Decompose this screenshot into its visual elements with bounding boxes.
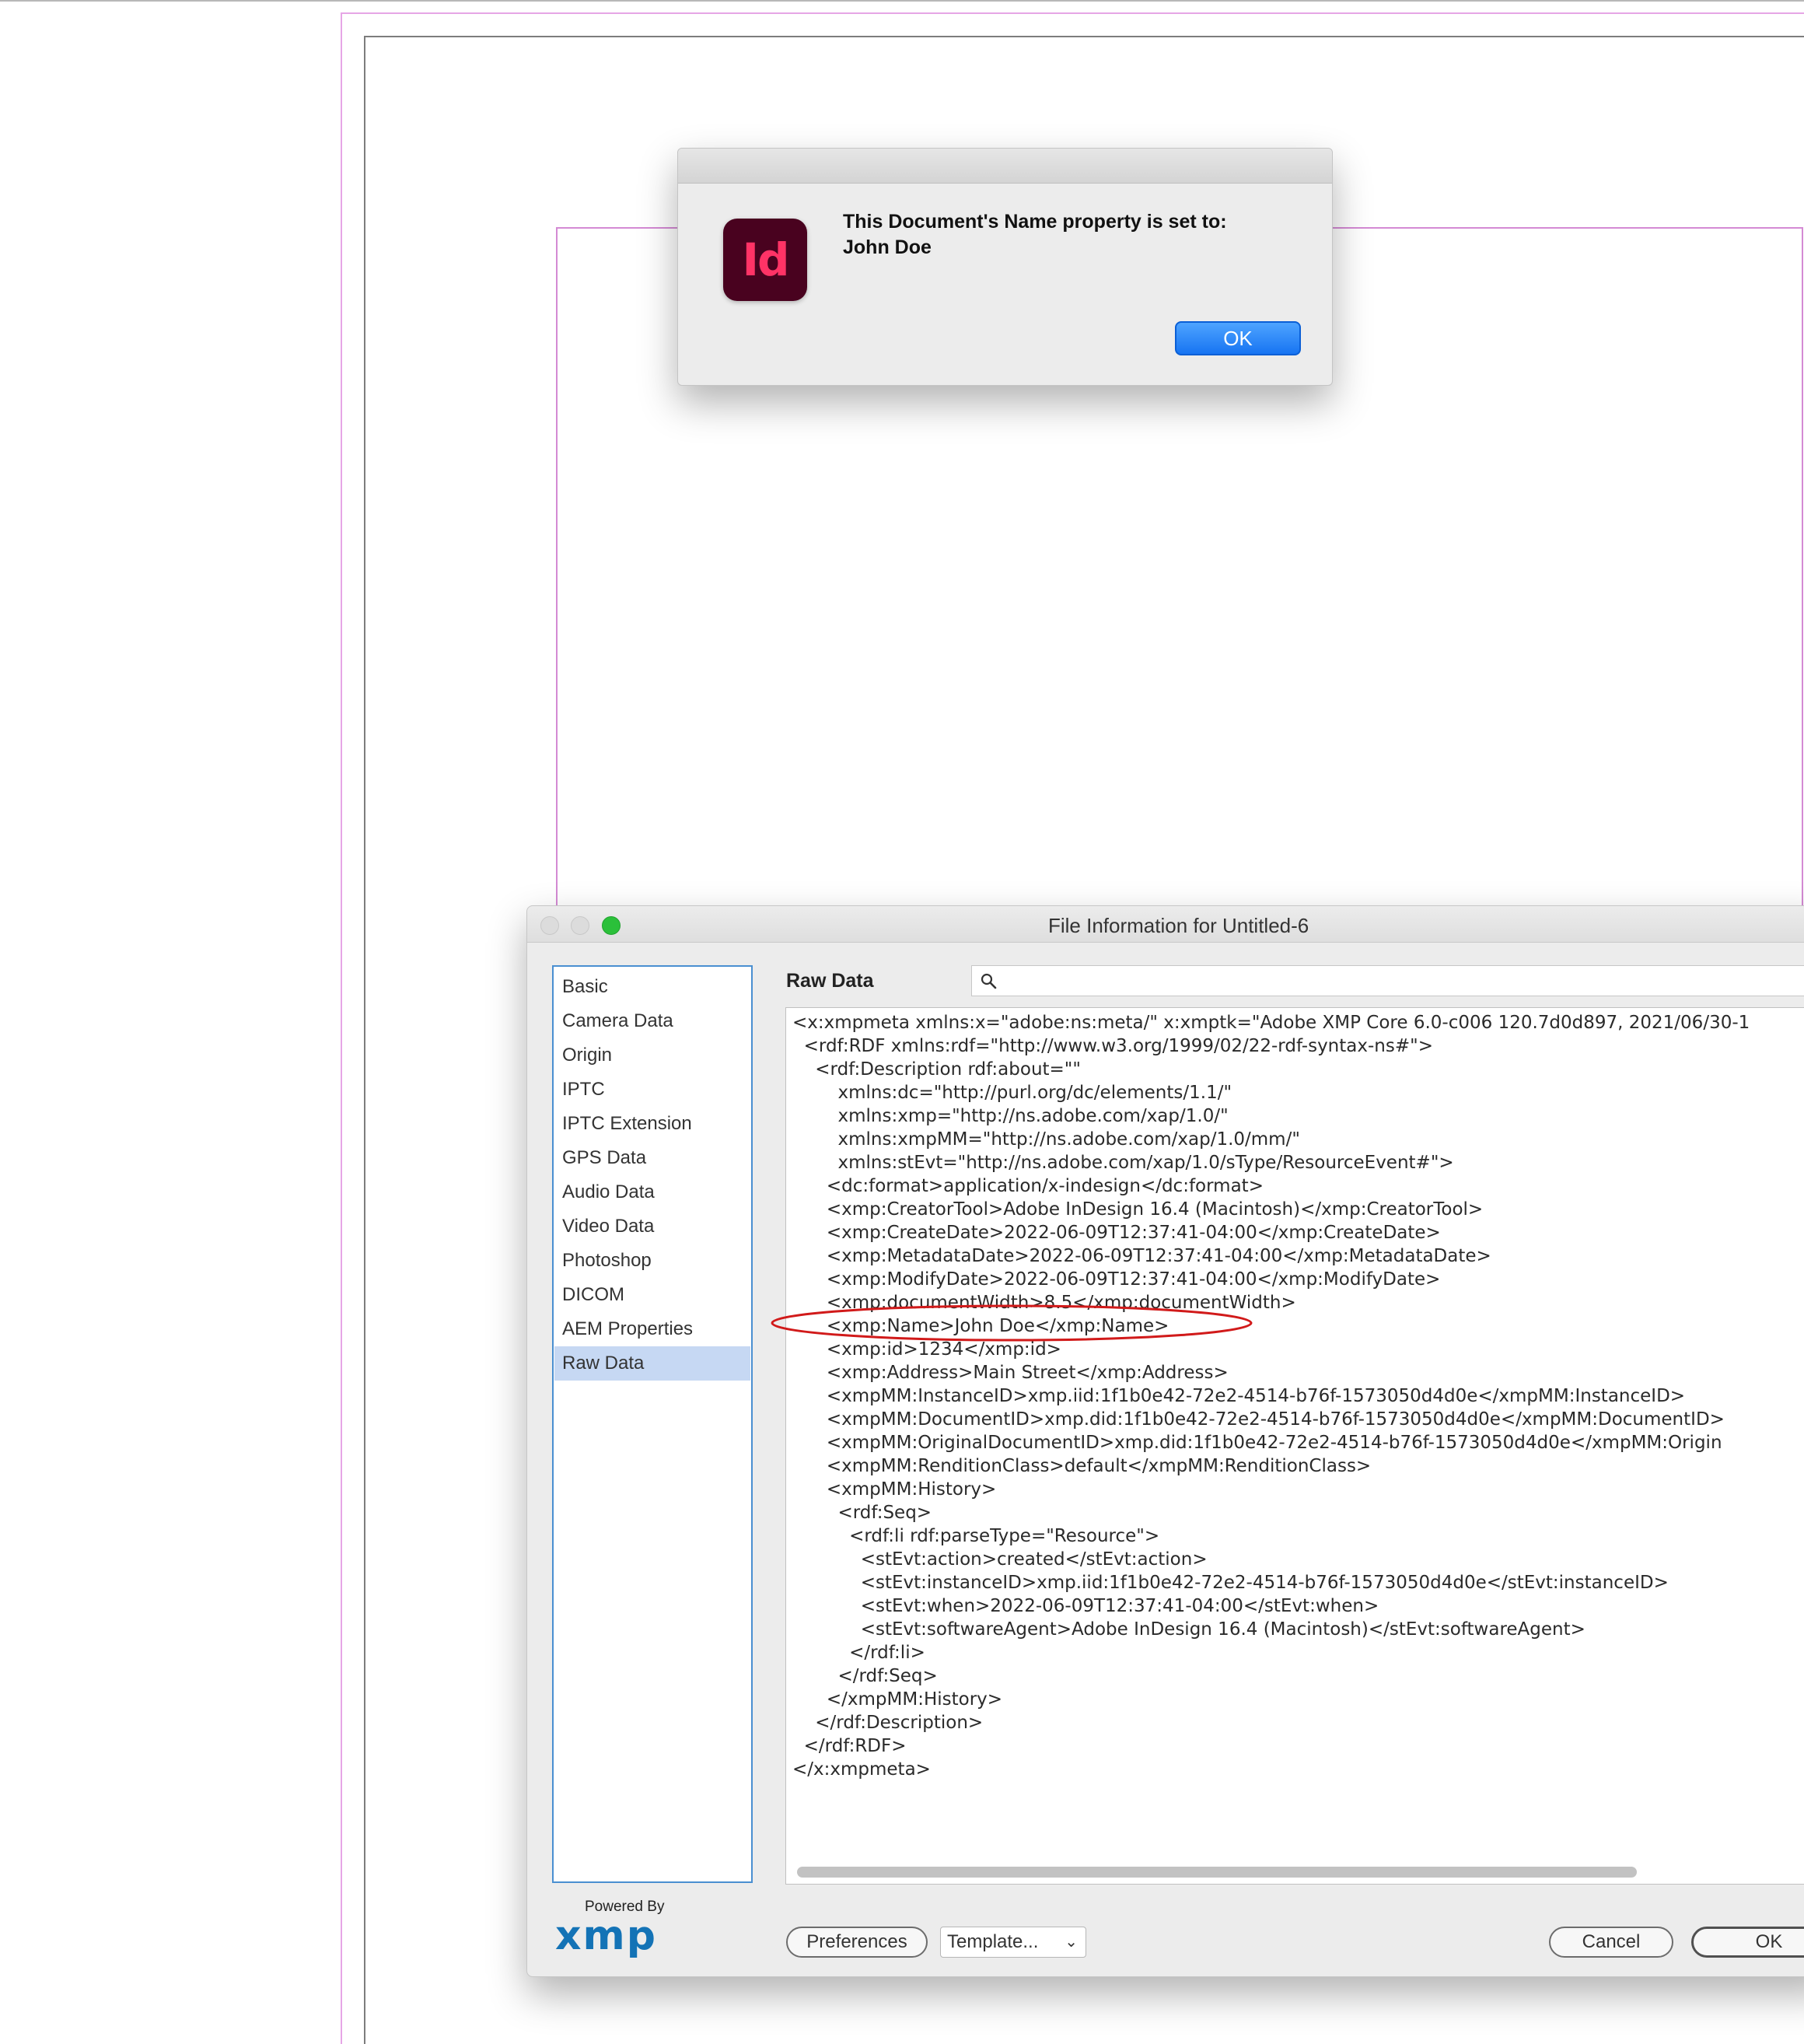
raw-data-line: <stEvt:when>2022-06-09T12:37:41-04:00</s… (792, 1596, 1379, 1616)
category-list: Basic Camera Data Origin IPTC IPTC Extension… (554, 967, 751, 1381)
raw-data-line: <x:xmpmeta xmlns:x="adobe:ns:meta/" x:xm… (792, 1013, 1750, 1033)
horizontal-scrollbar[interactable] (797, 1867, 1637, 1878)
raw-data-line: <rdf:RDF xmlns:rdf="http://www.w3.org/19… (792, 1036, 1433, 1056)
sidebar-item-origin[interactable]: Origin (554, 1038, 750, 1073)
sidebar-item-gps-data[interactable]: GPS Data (554, 1141, 750, 1175)
alert-dialog: Id This Document's Name property is set … (677, 148, 1333, 386)
sidebar-item-camera-data[interactable]: Camera Data (554, 1004, 750, 1038)
screen: Id This Document's Name property is set … (0, 0, 1804, 2044)
raw-data-line: xmlns:xmpMM="http://ns.adobe.com/xap/1.0… (792, 1129, 1300, 1150)
alert-message: This Document's Name property is set to:… (843, 209, 1309, 261)
raw-data-text: <x:xmpmeta xmlns:x="adobe:ns:meta/" x:xm… (792, 1011, 1750, 1781)
raw-data-line: xmlns:dc="http://purl.org/dc/elements/1.… (792, 1083, 1232, 1103)
alert-message-line: This Document's Name property is set to: (843, 211, 1227, 233)
preferences-button[interactable]: Preferences (786, 1927, 928, 1958)
panel-heading: Raw Data (786, 970, 874, 992)
raw-data-line: </rdf:RDF> (792, 1736, 907, 1756)
sidebar-item-iptc-extension[interactable]: IPTC Extension (554, 1107, 750, 1141)
raw-data-line: <xmp:ModifyDate>2022-06-09T12:37:41-04:0… (792, 1269, 1441, 1290)
ok-button[interactable]: OK (1691, 1927, 1804, 1958)
raw-data-line: <stEvt:action>created</stEvt:action> (792, 1549, 1208, 1570)
chevron-down-icon: ⌄ (1065, 1934, 1078, 1951)
raw-data-line: <xmp:CreateDate>2022-06-09T12:37:41-04:0… (792, 1223, 1441, 1243)
raw-data-line: <xmpMM:OriginalDocumentID>xmp.did:1f1b0e… (792, 1433, 1722, 1453)
raw-data-line: <rdf:Seq> (792, 1503, 932, 1523)
template-dropdown[interactable]: Template... ⌄ (940, 1927, 1086, 1958)
raw-data-line: <xmpMM:DocumentID>xmp.did:1f1b0e42-72e2-… (792, 1409, 1725, 1430)
raw-data-line: </rdf:Seq> (792, 1666, 938, 1686)
raw-data-line: <xmp:Name>John Doe</xmp:Name> (792, 1316, 1169, 1336)
app-icon-label: Id (742, 233, 789, 286)
raw-data-line: <xmp:id>1234</xmp:id> (792, 1339, 1061, 1360)
close-window-button[interactable] (540, 916, 559, 935)
xmp-logo-word: xmp (555, 1913, 657, 1959)
canvas-top-rule (0, 0, 1804, 2)
raw-data-line: </xmpMM:History> (792, 1689, 1003, 1710)
category-sidebar: Basic Camera Data Origin IPTC IPTC Extension… (552, 965, 753, 1883)
raw-data-line: <xmp:documentWidth>8.5</xmp:documentWidt… (792, 1293, 1296, 1313)
xmp-logo: Powered By xmp (555, 1899, 680, 1956)
cancel-button[interactable]: Cancel (1549, 1927, 1673, 1958)
raw-data-line: <xmpMM:History> (792, 1479, 997, 1500)
raw-data-line: <xmp:CreatorTool>Adobe InDesign 16.4 (Ma… (792, 1199, 1484, 1220)
sidebar-item-aem-properties[interactable]: AEM Properties (554, 1312, 750, 1346)
minimize-window-button[interactable] (571, 916, 589, 935)
raw-data-line: xmlns:stEvt="http://ns.adobe.com/xap/1.0… (792, 1153, 1454, 1173)
raw-data-line: <xmpMM:InstanceID>xmp.iid:1f1b0e42-72e2-… (792, 1386, 1686, 1406)
window-titlebar[interactable]: File Information for Untitled-6 (527, 906, 1804, 943)
raw-data-line: <stEvt:instanceID>xmp.iid:1f1b0e42-72e2-… (792, 1573, 1669, 1593)
raw-data-line: <rdf:li rdf:parseType="Resource"> (792, 1526, 1160, 1546)
alert-titlebar (678, 149, 1332, 184)
zoom-window-button[interactable] (602, 916, 621, 935)
raw-data-line: <xmpMM:RenditionClass>default</xmpMM:Ren… (792, 1456, 1372, 1476)
raw-data-line: </rdf:Description> (792, 1713, 984, 1733)
alert-ok-button[interactable]: OK (1175, 321, 1301, 355)
raw-data-line: <stEvt:softwareAgent>Adobe InDesign 16.4… (792, 1619, 1585, 1640)
template-dropdown-label: Template... (947, 1931, 1039, 1952)
raw-data-line: </x:xmpmeta> (792, 1759, 931, 1780)
sidebar-item-dicom[interactable]: DICOM (554, 1278, 750, 1312)
raw-data-line: <xmp:MetadataDate>2022-06-09T12:37:41-04… (792, 1246, 1491, 1266)
sidebar-item-raw-data[interactable]: Raw Data (554, 1346, 750, 1381)
file-info-window: File Information for Untitled-6 Basic Cam… (526, 905, 1804, 1977)
window-title: File Information for Untitled-6 (1048, 914, 1309, 937)
raw-data-line: </rdf:li> (792, 1643, 925, 1663)
raw-data-textarea[interactable]: <x:xmpmeta xmlns:x="adobe:ns:meta/" x:xm… (785, 1007, 1804, 1885)
raw-data-line: <dc:format>application/x-indesign</dc:fo… (792, 1176, 1264, 1196)
sidebar-item-video-data[interactable]: Video Data (554, 1209, 750, 1244)
raw-data-line: <rdf:Description rdf:about="" (792, 1059, 1081, 1080)
search-input[interactable] (971, 965, 1804, 996)
sidebar-item-basic[interactable]: Basic (554, 970, 750, 1004)
raw-data-line: xmlns:xmp="http://ns.adobe.com/xap/1.0/" (792, 1106, 1229, 1126)
raw-data-line: <xmp:Address>Main Street</xmp:Address> (792, 1363, 1229, 1383)
search-icon (981, 973, 997, 989)
indesign-app-icon: Id (723, 219, 807, 301)
sidebar-item-iptc[interactable]: IPTC (554, 1073, 750, 1107)
sidebar-item-photoshop[interactable]: Photoshop (554, 1244, 750, 1278)
alert-message-value: John Doe (843, 236, 932, 258)
sidebar-item-audio-data[interactable]: Audio Data (554, 1175, 750, 1209)
